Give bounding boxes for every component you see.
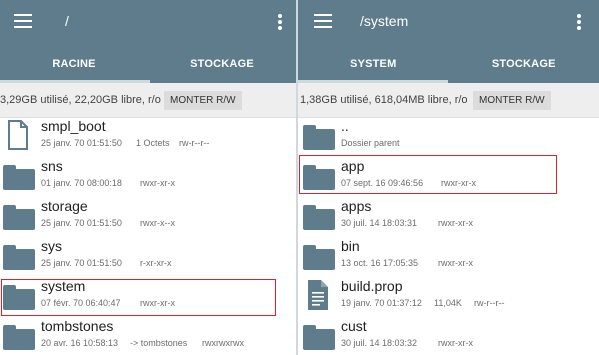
storage-info: 1,38GB utilisé, 618,04MB libre, r/o [300,94,468,106]
folder-name: apps [341,198,372,214]
hamburger-menu-icon[interactable] [14,14,32,28]
tab-stockage[interactable]: STOCKAGE [449,45,599,83]
mount-rw-button[interactable]: MONTER R/W [473,91,551,110]
folder-name: bin [341,238,360,254]
folder-permissions: rwxr-xr-x [140,178,175,188]
folder-date: 25 janv. 70 01:51:50 [41,258,122,268]
storage-status-bar: 1,38GB utilisé, 618,04MB libre, r/o MONT… [298,83,599,118]
file-name: smpl_boot [41,118,106,134]
folder-list-item[interactable]: apps 30 juil. 14 18:03:31 rwxr-xr-x [298,197,599,237]
folder-icon [3,325,35,350]
tab-bar: SYSTEM STOCKAGE [298,45,599,83]
folder-list-item[interactable]: storage 25 janv. 70 01:51:50 rwxr-x--x [0,197,296,237]
app-bar: / [0,0,296,45]
folder-permissions: r-xr-xr-x [140,258,172,268]
folder-icon [3,245,35,270]
folder-icon [303,125,335,150]
tab-system[interactable]: SYSTEM [298,45,449,83]
file-date: 25 janv. 70 01:51:50 [41,138,122,148]
file-date: 19 janv. 70 01:37:12 [341,298,422,308]
tab-racine[interactable]: RACINE [0,45,148,83]
folder-date: 01 janv. 70 08:00:18 [41,178,122,188]
folder-permissions: rwxr-x--x [140,218,175,228]
highlight-box [1,279,276,316]
more-options-icon[interactable] [577,14,581,32]
folder-date: 13 oct. 16 17:05:35 [341,258,419,268]
current-path: / [65,13,69,29]
folder-date: 30 juil. 14 18:03:32 [341,338,418,348]
folder-permissions: rwxr-xr-x [438,258,473,268]
folder-name: .. [341,118,349,134]
folder-list-item[interactable]: cust 30 juil. 14 18:03:32 rwxr-xr-x [298,317,599,355]
app-bar: /system [298,0,599,45]
folder-icon [3,165,35,190]
folder-icon [303,245,335,270]
hamburger-menu-icon[interactable] [314,14,332,28]
file-permissions: rw-r--r-- [474,298,505,308]
left-pane: / RACINE STOCKAGE 3,29GB utilisé, 22,20G… [0,0,296,355]
file-size: 11,04K [434,298,462,308]
mount-rw-button[interactable]: MONTER R/W [164,91,242,110]
parent-folder-item[interactable]: .. Dossier parent [298,117,599,157]
folder-list-item[interactable]: sns 01 janv. 70 08:00:18 rwxr-xr-x [0,157,296,197]
current-path: /system [360,13,409,29]
folder-description: Dossier parent [341,138,400,148]
folder-name: tombstones [41,318,114,334]
symlink-target: -> tombstones [130,338,188,348]
folder-name: sns [41,158,63,174]
folder-date: 30 juil. 14 18:03:31 [341,218,418,228]
storage-info: 3,29GB utilisé, 22,20GB libre, r/o [0,94,161,106]
folder-name: sys [41,238,62,254]
tab-stockage[interactable]: STOCKAGE [148,45,296,83]
right-pane: /system SYSTEM STOCKAGE 1,38GB utilisé, … [298,0,599,355]
highlight-box [299,155,557,194]
folder-list-item[interactable]: bin 13 oct. 16 17:05:35 rwxr-xr-x [298,237,599,277]
file-list-item[interactable]: build.prop 19 janv. 70 01:37:12 11,04K r… [298,277,599,317]
folder-permissions: rwxr-xr-x [438,218,473,228]
folder-icon [303,205,335,230]
text-file-icon [308,280,328,310]
file-list-item[interactable]: smpl_boot 25 janv. 70 01:51:50 1 Octets … [0,117,296,157]
folder-list-item[interactable]: sys 25 janv. 70 01:51:50 r-xr-xr-x [0,237,296,277]
folder-date: 25 janv. 70 01:51:50 [41,218,122,228]
folder-icon [3,205,35,230]
tab-bar: RACINE STOCKAGE [0,45,296,83]
file-outline-icon [8,120,28,150]
file-name: build.prop [341,278,403,294]
file-permissions: rw-r--r-- [179,138,210,148]
file-size: 1 Octets [136,138,170,148]
folder-icon [303,325,335,350]
folder-name: storage [41,198,88,214]
folder-list-item[interactable]: tombstones 20 avr. 16 10:58:13 -> tombst… [0,317,296,355]
folder-permissions: rwxrwxrwx [202,338,244,348]
folder-permissions: rwxr-xr-x [438,338,473,348]
storage-status-bar: 3,29GB utilisé, 22,20GB libre, r/o MONTE… [0,83,296,118]
folder-date: 20 avr. 16 10:58:13 [41,338,119,348]
folder-name: cust [341,318,367,334]
more-options-icon[interactable] [278,14,282,32]
